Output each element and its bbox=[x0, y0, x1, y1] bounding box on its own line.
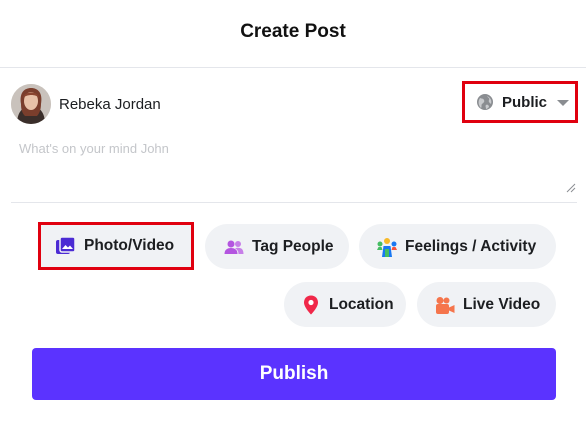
feelings-activity-label: Feelings / Activity bbox=[405, 237, 537, 255]
location-label: Location bbox=[329, 295, 394, 313]
feelings-activity-button[interactable]: Feelings / Activity bbox=[359, 224, 556, 269]
dialog-title: Create Post bbox=[240, 21, 346, 42]
author-name: Rebeka Jordan bbox=[59, 95, 161, 113]
photo-video-button[interactable]: Photo/Video bbox=[38, 222, 194, 270]
author-row: Rebeka Jordan bbox=[11, 84, 161, 124]
privacy-label: Public bbox=[502, 93, 548, 111]
globe-icon bbox=[477, 94, 493, 110]
post-text-input[interactable] bbox=[11, 138, 577, 194]
dialog-header: Create Post bbox=[0, 0, 586, 68]
tag-people-icon bbox=[224, 240, 244, 254]
photo-video-label: Photo/Video bbox=[84, 237, 175, 254]
location-pin-icon bbox=[304, 295, 318, 314]
live-video-label: Live Video bbox=[463, 295, 541, 313]
publish-button[interactable]: Publish bbox=[32, 348, 556, 400]
live-video-button[interactable]: Live Video bbox=[417, 282, 556, 327]
create-post-dialog: Create Post Rebeka Jordan Public What's … bbox=[0, 0, 586, 424]
privacy-dropdown[interactable]: Public bbox=[462, 81, 578, 123]
location-button[interactable]: Location bbox=[284, 282, 406, 327]
tag-people-label: Tag People bbox=[252, 237, 334, 255]
user-avatar[interactable] bbox=[11, 84, 51, 124]
divider bbox=[11, 202, 577, 203]
resize-handle-icon[interactable] bbox=[566, 183, 576, 193]
tag-people-button[interactable]: Tag People bbox=[205, 224, 349, 269]
photo-video-icon bbox=[56, 236, 76, 254]
feelings-activity-icon bbox=[377, 237, 397, 257]
chevron-down-icon bbox=[557, 100, 570, 106]
live-video-icon bbox=[436, 296, 455, 314]
